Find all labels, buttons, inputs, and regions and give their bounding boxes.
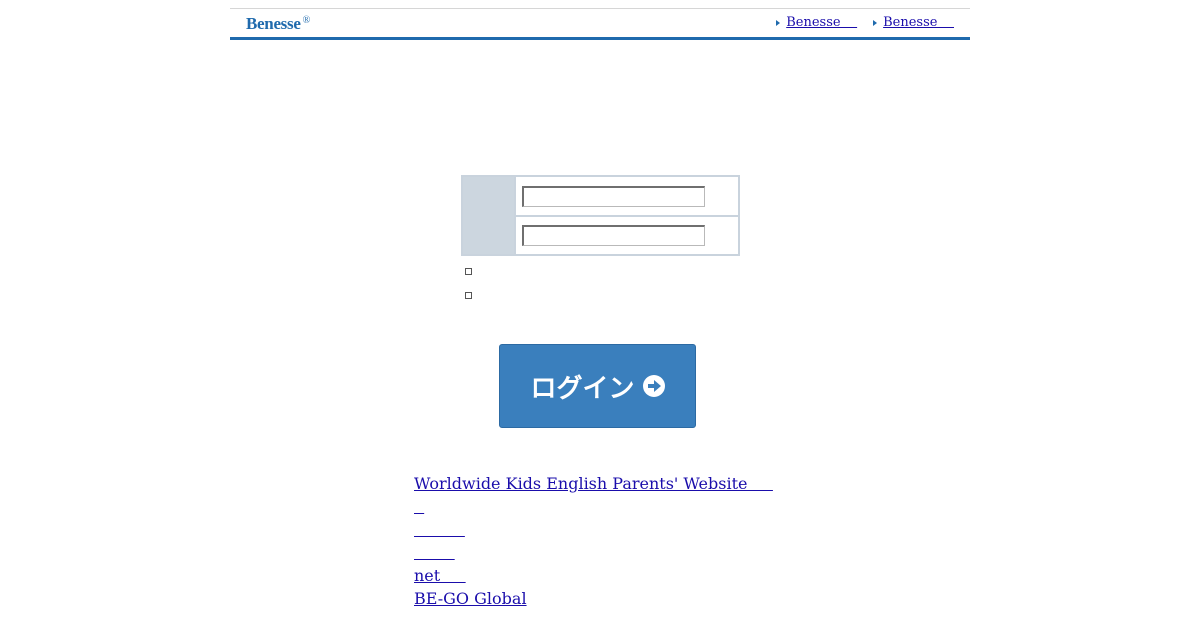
- link-be-go-global[interactable]: BE-GO Global: [414, 587, 773, 610]
- header-links: Benesse Benesse: [776, 15, 954, 30]
- header-link-1[interactable]: Benesse: [776, 15, 857, 30]
- arrow-right-icon: [776, 19, 781, 26]
- circle-arrow-right-icon: [642, 375, 665, 397]
- login-button[interactable]: ログイン: [499, 344, 696, 428]
- benesse-logo[interactable]: Benesse ®: [246, 14, 310, 34]
- login-label-column: [463, 177, 514, 254]
- row-divider: [514, 215, 738, 217]
- header-link-2[interactable]: Benesse: [873, 15, 954, 30]
- link-net[interactable]: net: [414, 564, 773, 587]
- remember-id-checkbox[interactable]: [465, 268, 472, 275]
- link-3[interactable]: [414, 518, 773, 541]
- auto-login-checkbox[interactable]: [465, 292, 472, 299]
- link-2[interactable]: [414, 495, 773, 518]
- link-worldwide-kids[interactable]: Worldwide Kids English Parents' Website: [414, 472, 773, 495]
- user-id-input[interactable]: [522, 186, 705, 207]
- header-link-1-text[interactable]: Benesse: [786, 15, 857, 30]
- header-link-2-text[interactable]: Benesse: [883, 15, 954, 30]
- arrow-right-icon: [873, 19, 878, 26]
- site-header: Benesse ® Benesse Benesse: [230, 8, 970, 40]
- registered-mark: ®: [302, 15, 311, 26]
- login-button-label: ログイン: [530, 373, 635, 404]
- logo-text: Benesse: [246, 14, 301, 33]
- related-links: Worldwide Kids English Parents' Website …: [414, 472, 773, 610]
- login-form-table: [461, 175, 740, 256]
- link-4[interactable]: [414, 541, 773, 564]
- password-input[interactable]: [522, 225, 705, 246]
